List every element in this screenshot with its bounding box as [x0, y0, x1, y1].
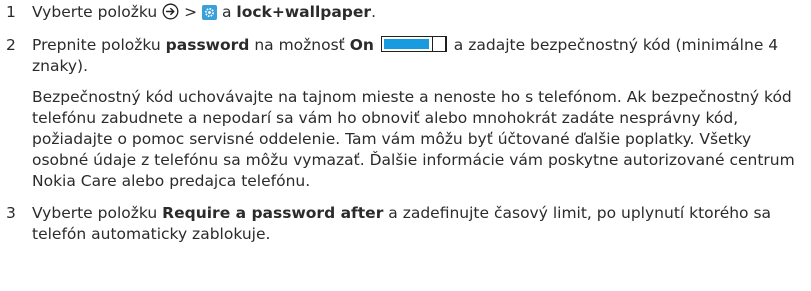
option-value: On [349, 36, 374, 54]
step-text-part: na možnosť [254, 36, 345, 54]
toggle-fill [383, 39, 429, 49]
security-note: Bezpečnostný kód uchovávajte na tajnom m… [32, 88, 795, 190]
step-text-part: Vyberte položku [32, 3, 158, 21]
step-text: Vyberte položku > a lock+wallpaper. [32, 2, 811, 23]
step-text-part: . [371, 3, 376, 21]
step-3: 3 Vyberte položku Require a password aft… [0, 203, 811, 245]
step-text: Prepnite položku password na možnosť On … [32, 35, 811, 77]
step-text-part: Prepnite položku [32, 36, 161, 54]
instructions-page: 1 Vyberte položku > a lock+wallpaper. 2 … [0, 2, 811, 245]
step-number: 3 [6, 204, 16, 222]
step-1: 1 Vyberte položku > a lock+wallpaper. [0, 2, 811, 35]
step-text-part: Vyberte položku [32, 204, 158, 222]
step-number: 1 [6, 3, 16, 21]
toggle-knob [431, 35, 446, 52]
step-text-part: a [221, 3, 232, 21]
step-2: 2 Prepnite položku password na možnosť O… [0, 35, 811, 192]
option-name: password [165, 36, 250, 54]
option-name: lock+wallpaper [236, 3, 372, 21]
circle-arrow-right-icon [162, 3, 179, 20]
settings-gear-icon [202, 5, 218, 20]
toggle-switch-on-icon [380, 35, 447, 52]
separator-glyph: > [184, 3, 198, 21]
step-text: Vyberte položku Require a password after… [32, 203, 811, 245]
step-number: 2 [6, 36, 16, 54]
option-name: Require a password after [162, 204, 384, 222]
